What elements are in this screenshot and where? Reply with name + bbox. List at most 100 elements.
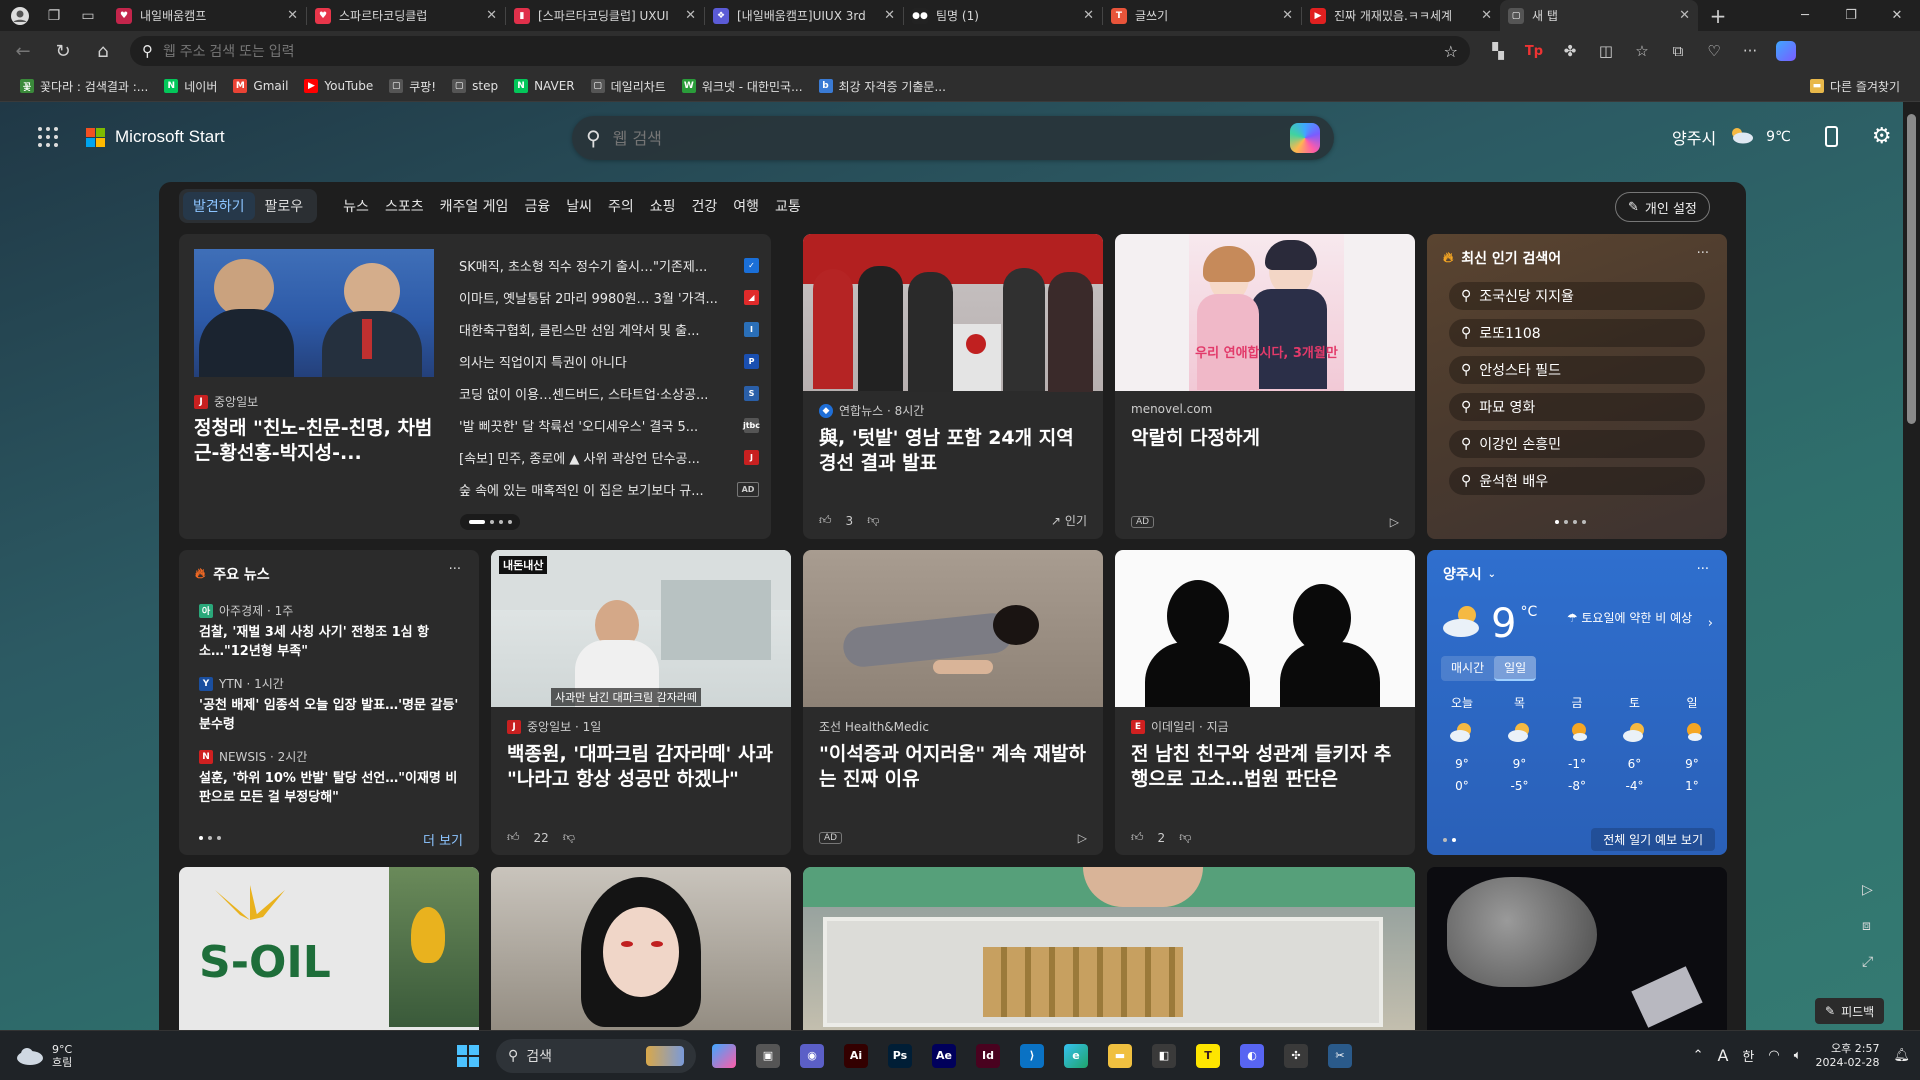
wifi-icon[interactable]: ◠ <box>1768 1048 1779 1063</box>
nav-item[interactable]: 여행 <box>725 196 767 216</box>
tab-close-icon[interactable]: ✕ <box>287 8 298 23</box>
hero-image[interactable] <box>194 249 434 377</box>
more-options-icon[interactable]: ··· <box>1697 246 1709 261</box>
photoshop-app[interactable]: Ps <box>880 1036 920 1076</box>
page-scrollbar[interactable] <box>1903 102 1920 1030</box>
trending-search-pill[interactable]: ⚲ 안성스타 필드 <box>1449 356 1705 384</box>
tab-close-icon[interactable]: ✕ <box>1481 8 1492 23</box>
profile-icon[interactable] <box>6 2 34 30</box>
illustrator-app[interactable]: Ai <box>836 1036 876 1076</box>
news-card-baek[interactable]: 내돈내산 사과만 남긴 대파크림 감자라떼 J 중앙일보 · 1일 백종원, '… <box>491 550 791 855</box>
bookmark-item[interactable]: ▢ 쿠팡! <box>381 78 444 95</box>
weather-card[interactable]: 양주시 ⌄ ··· 9 °C ☂ 토요일에 약한 비 예상 › 매시간 일일 오늘… <box>1427 550 1727 855</box>
snipping-tool-app[interactable]: ✂ <box>1320 1036 1360 1076</box>
ime-language[interactable]: 한 <box>1742 1046 1754 1065</box>
tab-close-icon[interactable]: ✕ <box>1282 8 1293 23</box>
dislike-icon[interactable]: 👎︎ <box>1179 830 1191 845</box>
weather-day[interactable]: 일 9° 1° <box>1665 694 1719 793</box>
hero-pager[interactable] <box>460 514 520 530</box>
file-explorer-app[interactable]: ▬ <box>1100 1036 1140 1076</box>
ad-card-novel[interactable]: 우리 연애합시다, 3개월만 menovel.com 악랄히 다정하게 AD ▷ <box>1115 234 1415 539</box>
edge-app[interactable]: e <box>1056 1036 1096 1076</box>
copilot-icon[interactable] <box>1290 123 1320 153</box>
dislike-icon[interactable]: 👎︎ <box>867 513 879 528</box>
top-news-item[interactable]: Y YTN · 1시간 '공천 배제' 임종석 오늘 입장 발표…'명문 갈등' 분… <box>199 675 465 734</box>
image-info-icon[interactable]: ⧈ <box>1862 918 1871 934</box>
web-search-input[interactable] <box>612 128 1278 148</box>
browser-tab[interactable]: ▢ 새 탭 ✕ <box>1500 0 1698 31</box>
headline-item[interactable]: 코딩 없이 이용…센드버드, 스타트업·소상공... S <box>459 377 759 409</box>
split-view-icon[interactable]: ◫ <box>1588 35 1624 67</box>
collections-icon[interactable]: ⧉ <box>1660 35 1696 67</box>
browser-tab[interactable]: T 글쓰기 ✕ <box>1103 0 1301 31</box>
headline-item[interactable]: '발 삐끗한' 달 착륙선 '오디세우스' 결국 5... jtbc <box>459 409 760 441</box>
weather-day[interactable]: 목 9° -5° <box>1493 694 1547 793</box>
news-card-edaily[interactable]: E 이데일리 · 지금 전 남친 친구와 성관계 들키자 추행으로 고소…법원 … <box>1115 550 1415 855</box>
bookmark-item[interactable]: ▢ 데일리차트 <box>583 78 674 95</box>
tab-follow[interactable]: 팔로우 <box>255 192 314 220</box>
trending-search-pill[interactable]: ⚲ 파묘 영화 <box>1449 393 1705 421</box>
kakaotalk-app[interactable]: T <box>1188 1036 1228 1076</box>
split-screen-icon[interactable]: ▚ <box>1480 35 1516 67</box>
notification-bell-icon[interactable]: 🔔︎ <box>1893 1048 1910 1063</box>
weather-day[interactable]: 토 6° -4° <box>1608 694 1662 793</box>
nav-item[interactable]: 금융 <box>516 196 558 216</box>
personalize-button[interactable]: ✎ 개인 설정 <box>1615 192 1710 222</box>
like-icon[interactable]: 👍︎ <box>507 830 520 845</box>
performance-icon[interactable]: ♡ <box>1696 35 1732 67</box>
vscode-app[interactable]: ⟩ <box>1012 1036 1052 1076</box>
trending-search-pill[interactable]: ⚲ 이강인 손흥민 <box>1449 430 1705 458</box>
bottom-card-freezer[interactable] <box>803 867 1415 1030</box>
expand-icon[interactable]: ⤢ <box>1862 954 1873 970</box>
tab-actions-icon[interactable]: ▭ <box>74 2 102 30</box>
favorites-icon[interactable]: ☆ <box>1624 35 1660 67</box>
browser-tab[interactable]: ♥ 내일배움캠프 ✕ <box>108 0 306 31</box>
nav-item[interactable]: 건강 <box>684 196 726 216</box>
tab-close-icon[interactable]: ✕ <box>884 8 895 23</box>
top-news-item[interactable]: N NEWSIS · 2시간 설훈, '하위 10% 반발' 탈당 선언…"이재명 … <box>199 748 465 807</box>
after-effects-app[interactable]: Ae <box>924 1036 964 1076</box>
scroll-thumb[interactable] <box>1907 114 1916 424</box>
copilot-sidebar-icon[interactable] <box>1768 35 1804 67</box>
start-button[interactable] <box>448 1036 488 1076</box>
trending-search-pill[interactable]: ⚲ 로또1108 <box>1449 319 1705 347</box>
trending-search-pill[interactable]: ⚲ 윤석현 배우 <box>1449 467 1705 495</box>
bottom-card-space[interactable] <box>1427 867 1727 1030</box>
headline-item[interactable]: 숲 속에 있는 매혹적인 이 집은 보기보다 규... AD <box>459 473 759 505</box>
headline-item[interactable]: 대한축구협회, 클린스만 선임 계약서 및 출... I <box>459 313 759 345</box>
back-icon[interactable]: ← <box>6 35 40 67</box>
new-tab-plus-icon[interactable]: + <box>1704 2 1732 30</box>
web-search-box[interactable]: ⚲ <box>572 116 1334 160</box>
weather-location[interactable]: 양주시 ⌄ <box>1443 564 1496 584</box>
settings-gear-icon[interactable]: ⚙ <box>1872 124 1892 149</box>
volume-icon[interactable]: 🔈︎ <box>1794 1048 1802 1063</box>
browser-tab[interactable]: ●● 팀명 (1) ✕ <box>904 0 1102 31</box>
mobile-icon[interactable] <box>1824 126 1838 147</box>
chevron-up-icon[interactable]: ⌃ <box>1693 1048 1704 1063</box>
close-window-icon[interactable]: ✕ <box>1874 0 1920 31</box>
play-icon[interactable]: ▷ <box>1862 882 1873 898</box>
top-news-pager[interactable] <box>199 836 221 840</box>
full-forecast-button[interactable]: 전체 일기 예보 보기 <box>1591 828 1715 851</box>
favorite-star-icon[interactable]: ☆ <box>1444 42 1458 61</box>
bookmark-item[interactable]: ▢ step <box>444 79 506 93</box>
headline-item[interactable]: SK매직, 초소형 직수 정수기 출시…"기존제... ✓ <box>459 249 759 281</box>
home-icon[interactable]: ⌂ <box>86 35 120 67</box>
clock[interactable]: 오후 2:57 2024-02-28 <box>1816 1042 1880 1070</box>
indesign-app[interactable]: Id <box>968 1036 1008 1076</box>
nav-item[interactable]: 교통 <box>767 196 809 216</box>
nav-item[interactable]: 스포츠 <box>377 196 432 216</box>
bookmark-item[interactable]: N NAVER <box>506 79 583 93</box>
news-card-yonhap[interactable]: ◆ 연합뉴스 · 8시간 與, '텃밭' 영남 포함 24개 지역 경선 결과 … <box>803 234 1103 539</box>
trending-search-pill[interactable]: ⚲ 조국신당 지지율 <box>1449 282 1705 310</box>
browser-tab[interactable]: ❖ [내일배움캠프]UIUX 3rd ✕ <box>705 0 903 31</box>
tab-hourly[interactable]: 매시간 <box>1441 656 1494 681</box>
tab-close-icon[interactable]: ✕ <box>685 8 696 23</box>
ad-play-icon[interactable]: ▷ <box>1078 831 1087 845</box>
bottom-card-soil[interactable]: S-OIL <box>179 867 479 1030</box>
nav-item[interactable]: 날씨 <box>558 196 600 216</box>
tab-discover[interactable]: 발견하기 <box>183 192 255 220</box>
tab-close-icon[interactable]: ✕ <box>1083 8 1094 23</box>
address-bar[interactable]: ⚲ ☆ <box>130 36 1470 66</box>
ad-play-icon[interactable]: ▷ <box>1390 515 1399 529</box>
